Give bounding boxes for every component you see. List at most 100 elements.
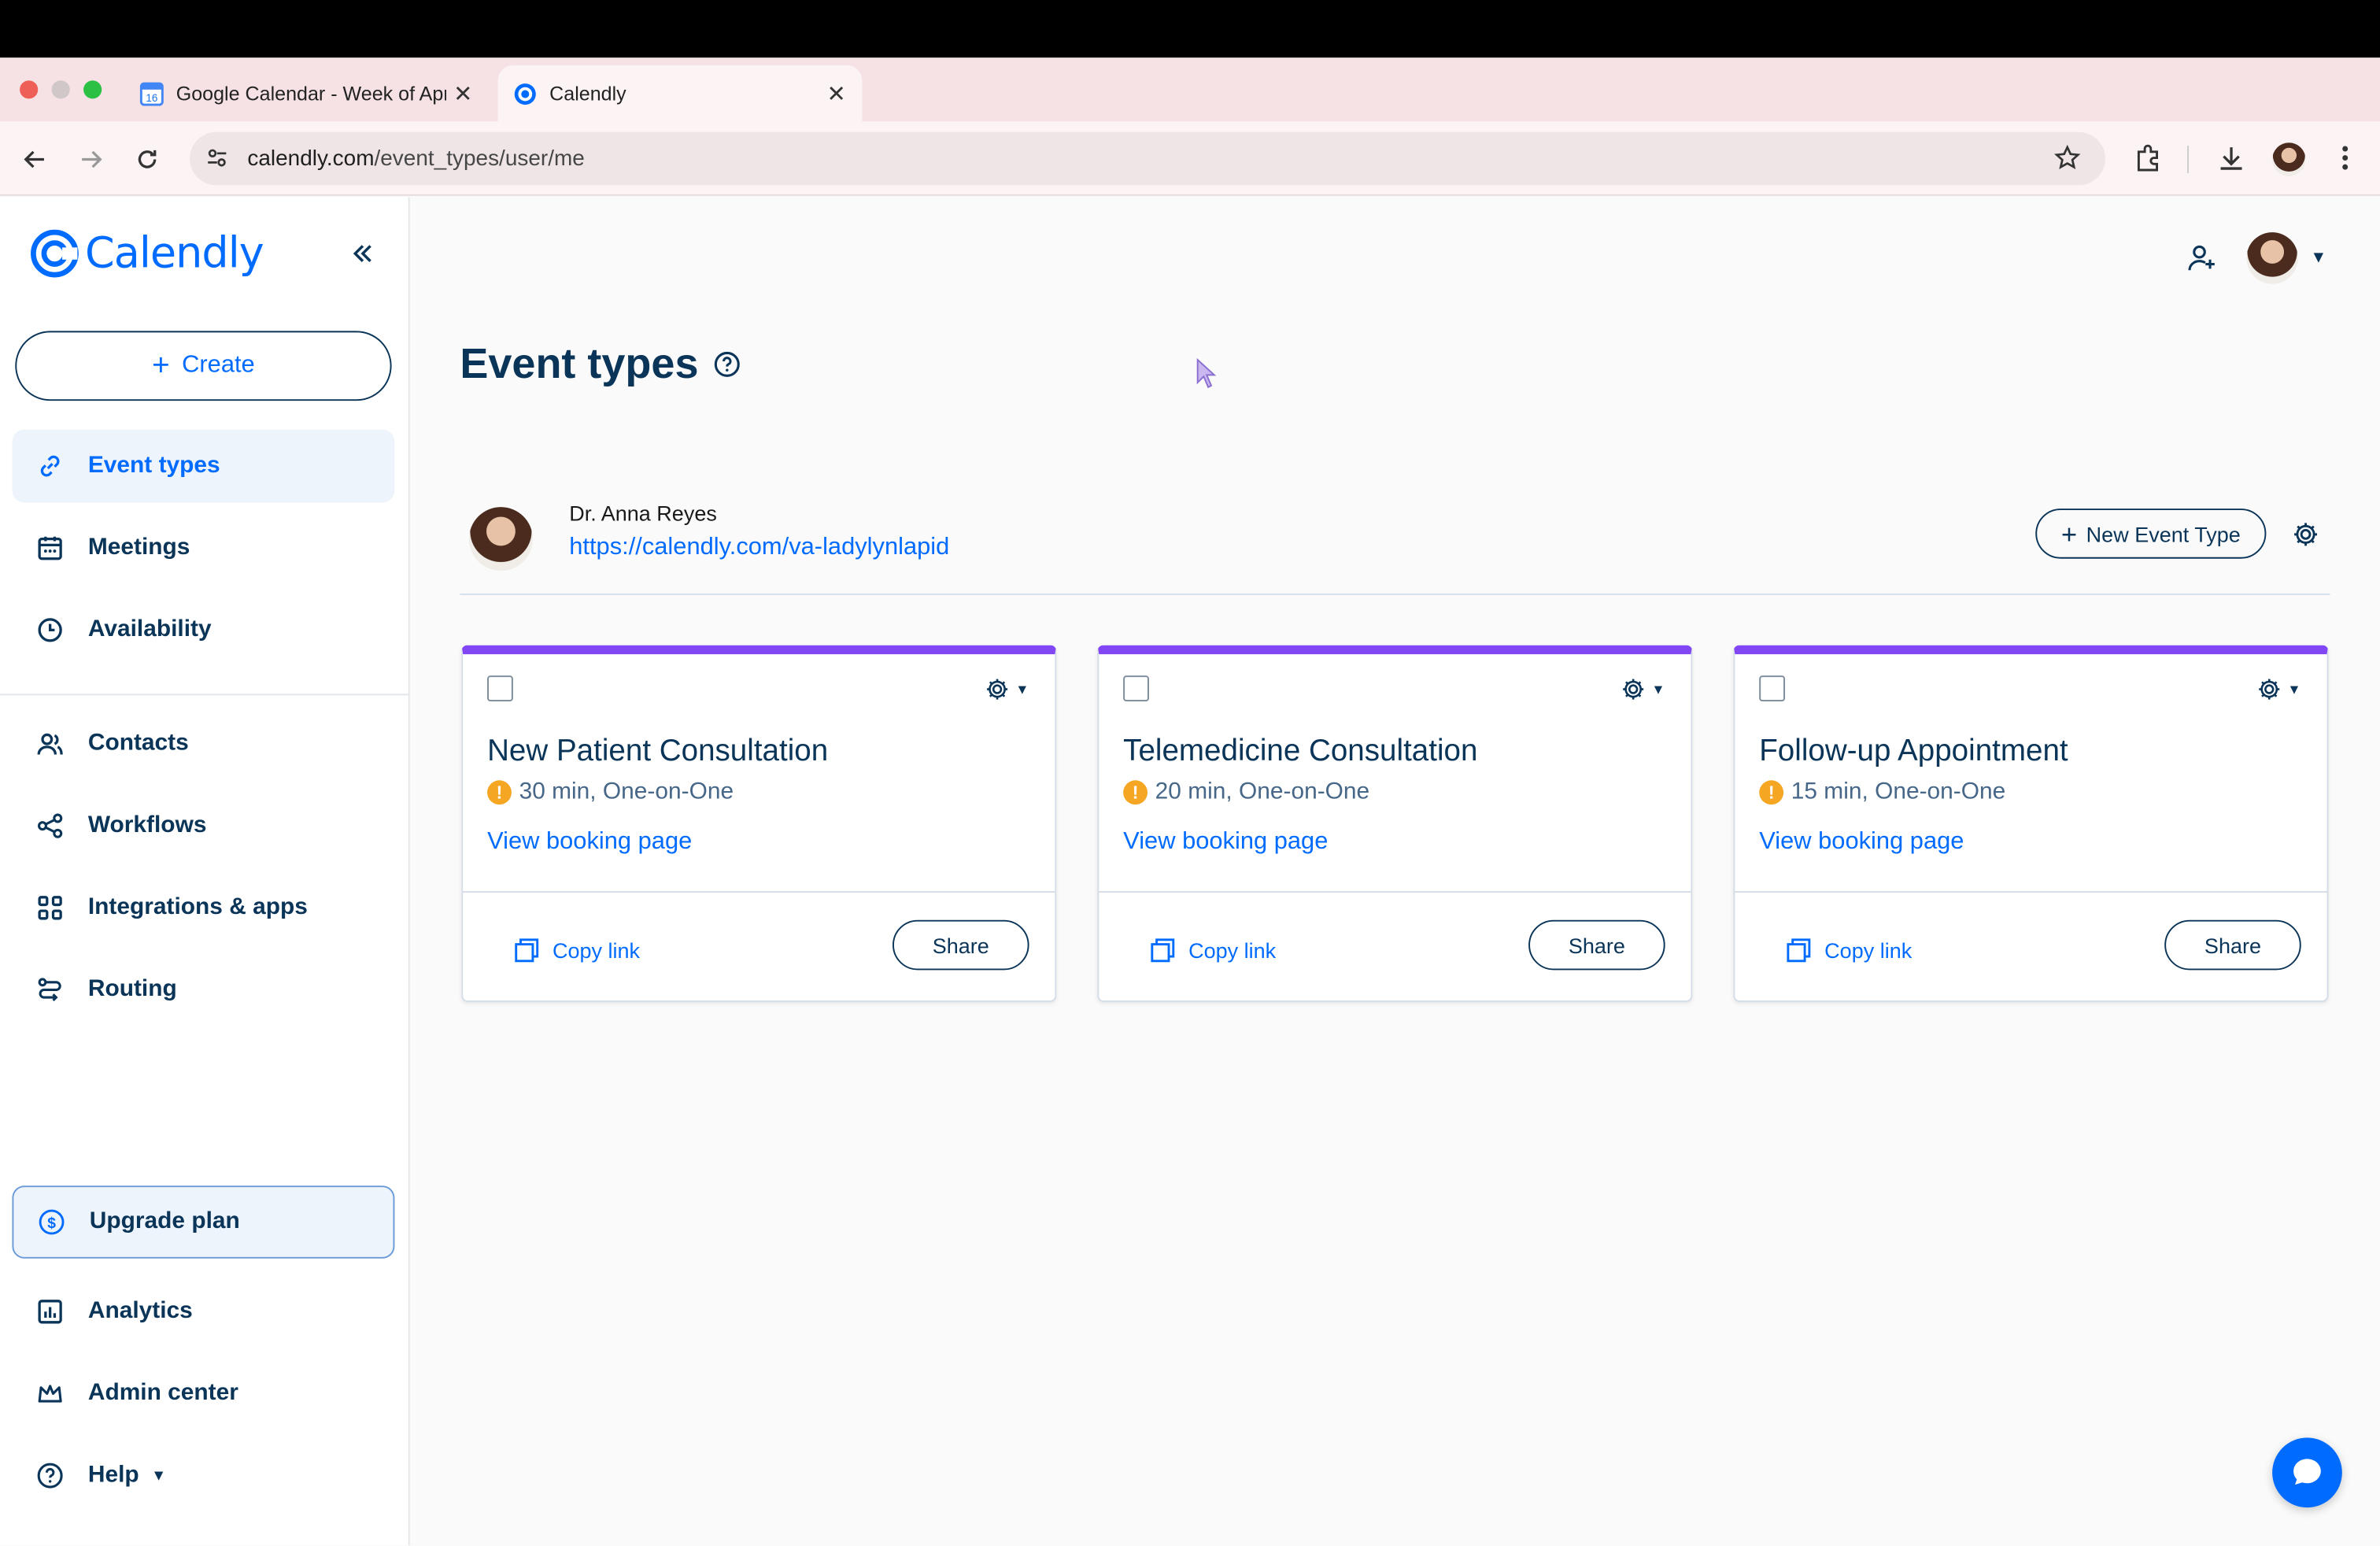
tab-title: Google Calendar - Week of April [176, 82, 447, 105]
sidebar-item-routing[interactable]: Routing [12, 953, 394, 1026]
tab-title: Calendly [549, 82, 626, 105]
double-chevron-left-icon [353, 245, 371, 262]
page-title-text: Event types [460, 340, 699, 387]
tab-google-calendar[interactable]: 16 Google Calendar - Week of April ✕ [124, 65, 489, 121]
view-booking-page-link[interactable]: View booking page [1123, 829, 1328, 856]
arrow-left-icon [24, 150, 44, 168]
event-type-duration: ! 30 min, One-on-One [487, 779, 734, 806]
collapse-sidebar-button[interactable] [346, 237, 379, 270]
calendly-logo[interactable]: Calendly [31, 227, 264, 278]
svg-text:16: 16 [146, 91, 157, 103]
sidebar-item-label: Event types [87, 452, 220, 479]
back-button[interactable] [18, 142, 51, 176]
create-label: Create [182, 352, 255, 379]
event-type-duration: ! 20 min, One-on-One [1123, 779, 1369, 806]
duration-text: 30 min, One-on-One [519, 779, 734, 805]
sidebar-item-label: Contacts [87, 730, 189, 756]
sidebar-item-integrations[interactable]: Integrations & apps [12, 871, 394, 945]
link-icon [33, 449, 66, 483]
view-booking-page-link[interactable]: View booking page [1759, 829, 1964, 856]
google-calendar-icon: 16 [139, 81, 164, 105]
toolbar-divider [2187, 146, 2190, 173]
sidebar-item-label: Routing [87, 976, 177, 1002]
copy-link-label: Copy link [552, 938, 641, 963]
card-settings-button[interactable]: ▼ [1620, 675, 1665, 703]
close-tab-icon[interactable]: ✕ [819, 80, 852, 107]
event-type-card: ▼ Telemedicine Consultation ! 20 min, On… [1097, 645, 1693, 1002]
minimize-window-button[interactable] [51, 80, 70, 99]
address-bar[interactable]: calendly.com/event_types/user/me [190, 131, 2105, 186]
tab-calendly[interactable]: Calendly ✕ [497, 65, 863, 122]
sidebar-item-upgrade-plan[interactable]: $ Upgrade plan [12, 1185, 395, 1259]
sidebar-item-admin-center[interactable]: Admin center [12, 1357, 394, 1430]
copy-link-button[interactable]: Copy link [1785, 937, 1912, 964]
add-user-icon[interactable] [2186, 242, 2219, 275]
chat-support-button[interactable] [2272, 1437, 2342, 1508]
sidebar-item-event-types[interactable]: Event types [12, 429, 395, 503]
share-button[interactable]: Share [1528, 919, 1665, 971]
calendar-icon [33, 531, 66, 564]
close-tab-icon[interactable]: ✕ [446, 80, 479, 107]
copy-icon [515, 938, 539, 963]
site-settings-icon[interactable] [205, 146, 229, 178]
sidebar-item-label: Meetings [87, 534, 190, 560]
browser-tab-strip: 16 Google Calendar - Week of April ✕ Cal… [0, 57, 2380, 168]
browser-profile-avatar[interactable] [2272, 142, 2306, 176]
share-button[interactable]: Share [2164, 919, 2301, 971]
sidebar-item-label: Integrations & apps [87, 893, 308, 920]
user-header: Dr. Anna Reyes https://calendly.com/va-l… [460, 495, 2330, 596]
question-circle-icon[interactable] [714, 351, 741, 379]
logo-text: Calendly [85, 227, 264, 278]
download-icon[interactable] [2216, 142, 2247, 180]
analytics-icon [33, 1295, 66, 1328]
more-menu-icon[interactable] [2333, 142, 2357, 180]
select-checkbox[interactable] [1759, 675, 1786, 702]
sidebar-item-availability[interactable]: Availability [12, 594, 394, 667]
maximize-window-button[interactable] [83, 80, 102, 99]
reload-button[interactable] [131, 142, 164, 176]
event-type-card: ▼ New Patient Consultation ! 30 min, One… [461, 645, 1057, 1002]
copy-link-button[interactable]: Copy link [513, 937, 640, 964]
sidebar-item-contacts[interactable]: Contacts [12, 708, 394, 781]
sidebar: Calendly + Create Event types Meetings A… [0, 197, 410, 1546]
gear-icon [1623, 679, 1644, 700]
forward-button[interactable] [75, 142, 108, 176]
workflows-icon [33, 809, 66, 842]
new-event-type-button[interactable]: + New Event Type [2035, 509, 2267, 559]
card-settings-button[interactable]: ▼ [2256, 675, 2301, 703]
sidebar-item-analytics[interactable]: Analytics [12, 1275, 394, 1348]
sidebar-item-meetings[interactable]: Meetings [12, 512, 394, 585]
gear-icon [2259, 679, 2280, 700]
card-settings-button[interactable]: ▼ [984, 675, 1029, 703]
caret-down-icon[interactable]: ▼ [2310, 249, 2326, 267]
close-window-button[interactable] [20, 80, 39, 99]
sidebar-item-help[interactable]: Help ▼ [12, 1439, 394, 1512]
view-booking-page-link[interactable]: View booking page [487, 829, 692, 856]
chat-bubble-icon [2293, 1459, 2321, 1485]
caret-down-icon: ▼ [1015, 681, 1029, 697]
warning-icon: ! [1123, 780, 1148, 805]
gear-icon[interactable] [2290, 520, 2321, 550]
share-button[interactable]: Share [893, 919, 1029, 971]
copy-link-button[interactable]: Copy link [1149, 937, 1276, 964]
main-content: ▼ Event types Dr. Anna Reyes https://cal… [409, 197, 2380, 1546]
caret-down-icon: ▼ [2287, 681, 2301, 697]
bookmark-star-icon[interactable] [2053, 144, 2081, 179]
account-avatar[interactable] [2246, 232, 2298, 284]
url-host: calendly.com [247, 146, 375, 171]
browser-toolbar: calendly.com/event_types/user/me [0, 121, 2380, 196]
mouse-cursor-icon [1196, 357, 1218, 396]
create-button[interactable]: + Create [15, 331, 392, 401]
sidebar-item-workflows[interactable]: Workflows [12, 790, 394, 863]
user-scheduling-link[interactable]: https://calendly.com/va-ladylynlapid [569, 534, 949, 562]
select-checkbox[interactable] [1123, 675, 1149, 702]
sidebar-item-label: Upgrade plan [89, 1208, 240, 1234]
page-title: Event types [460, 340, 741, 389]
extensions-icon[interactable] [2133, 142, 2164, 180]
warning-icon: ! [487, 780, 512, 805]
caret-down-icon: ▼ [151, 1466, 167, 1485]
select-checkbox[interactable] [487, 675, 513, 702]
new-event-type-label: New Event Type [2086, 521, 2241, 546]
caret-down-icon: ▼ [1651, 681, 1665, 697]
svg-text:$: $ [47, 1215, 56, 1232]
